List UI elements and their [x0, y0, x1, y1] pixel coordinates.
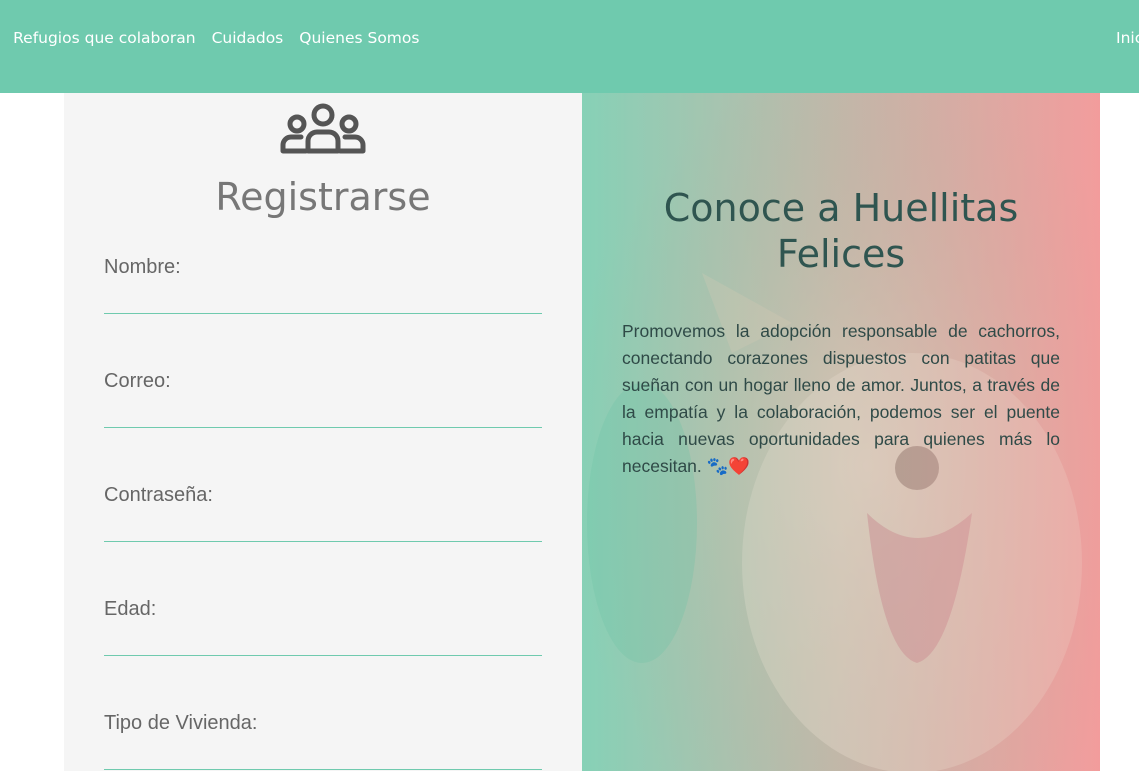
field-contrasena: Contraseña:: [104, 484, 542, 542]
nav-link-refugios[interactable]: Refugios que colaboran: [13, 29, 195, 47]
field-tipo-vivienda: Tipo de Vivienda:: [104, 712, 542, 770]
field-label: Edad:: [104, 598, 157, 620]
field-label: Correo:: [104, 370, 171, 392]
edad-input[interactable]: [104, 631, 542, 656]
nav-link-cuidados[interactable]: Cuidados: [212, 29, 284, 47]
info-title: Conoce a Huellitas Felices: [663, 186, 1019, 276]
top-navbar: s Refugios que colaboran Cuidados Quiene…: [0, 0, 1139, 93]
field-nombre: Nombre:: [104, 256, 542, 314]
nav-links: s Refugios que colaboran Cuidados Quiene…: [0, 29, 435, 47]
nav-link-quienes-somos[interactable]: Quienes Somos: [299, 29, 419, 47]
field-label: Nombre:: [104, 256, 181, 278]
register-form-panel: Registrarse Nombre: Correo: Contraseña: …: [64, 93, 582, 771]
form-title: Registrarse: [215, 175, 431, 219]
field-edad: Edad:: [104, 598, 542, 656]
field-label: Tipo de Vivienda:: [104, 712, 258, 734]
nav-link-inicio[interactable]: Inic: [1116, 29, 1139, 47]
tipo-vivienda-input[interactable]: [104, 745, 542, 770]
info-description: Promovemos la adopción responsable de ca…: [622, 321, 1060, 476]
info-panel: Conoce a Huellitas Felices Promovemos la…: [582, 93, 1100, 771]
field-correo: Correo:: [104, 370, 542, 428]
users-group-icon: [280, 103, 366, 154]
contrasena-input[interactable]: [104, 517, 542, 542]
correo-input[interactable]: [104, 403, 542, 428]
nombre-input[interactable]: [104, 289, 542, 314]
field-label: Contraseña:: [104, 484, 213, 506]
